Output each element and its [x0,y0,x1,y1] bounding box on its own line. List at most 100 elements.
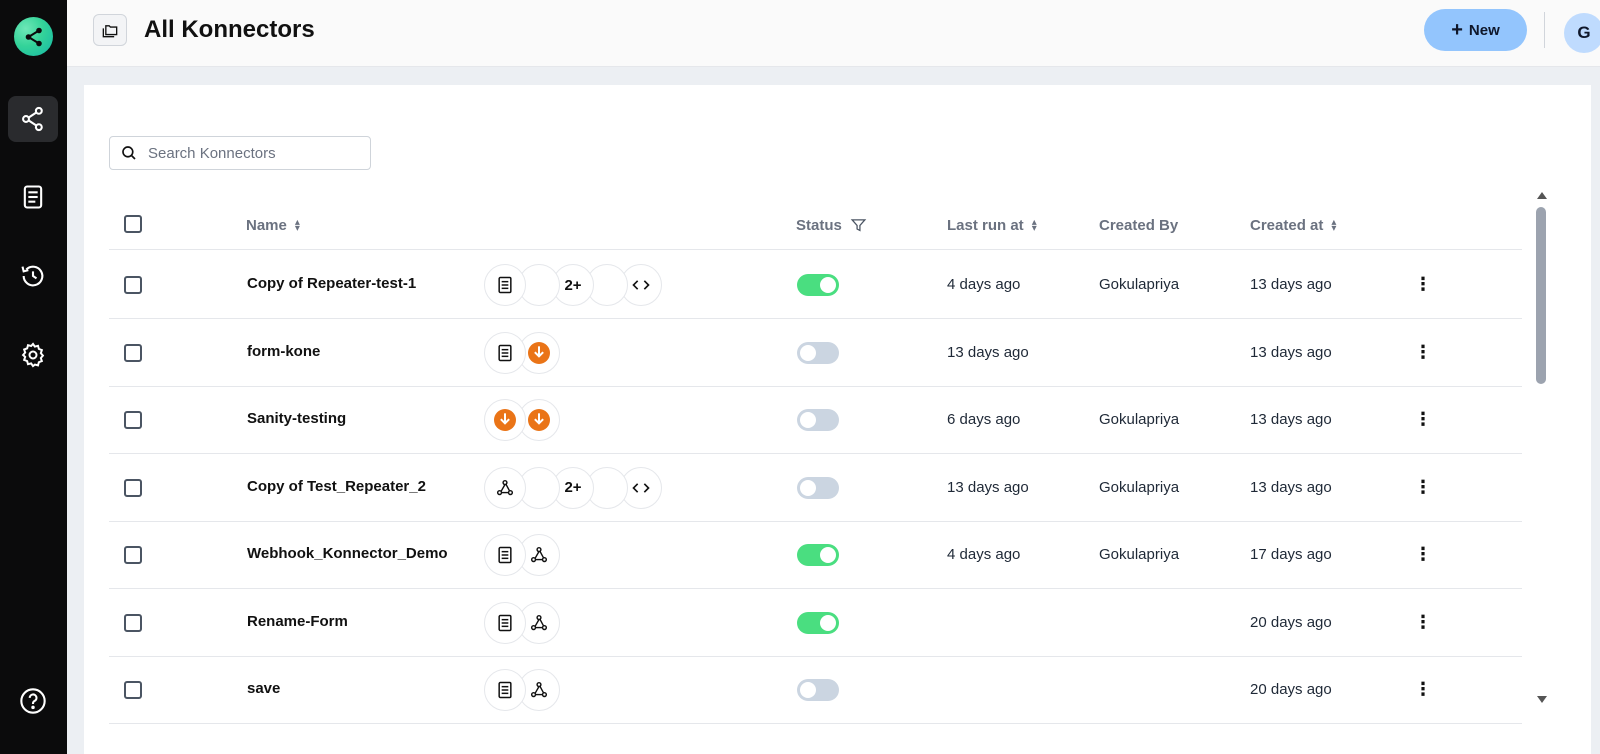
app-icons-group: 2+ [484,264,662,306]
column-last-run[interactable]: Last run at ▴ ▾ [947,217,1037,234]
sort-icon[interactable]: ▴ ▾ [1331,217,1336,233]
last-run-cell: 6 days ago [947,411,1021,428]
top-header: All Konnectors + New G [67,0,1600,67]
konnector-name[interactable]: form-kone [247,343,320,360]
orange-app-icon [484,399,526,441]
share-icon [22,106,43,132]
created-at-cell: 13 days ago [1250,411,1332,428]
created-by-cell: Gokulapriya [1099,411,1180,428]
table-row[interactable]: Copy of Repeater-test-1 2+ 4 days ago Gokul… [109,251,1522,319]
konnector-name[interactable]: Copy of Repeater-test-1 [247,275,416,292]
table-row[interactable]: Webhook_Konnector_Demo 4 days ago Gokulapr… [109,521,1522,589]
column-name[interactable]: Name ▴ ▾ [246,217,300,234]
row-menu-icon[interactable]: ⋮ [1414,678,1432,700]
scrollbar-thumb[interactable] [1536,207,1546,384]
search-box[interactable] [109,136,371,170]
status-toggle[interactable] [797,679,839,701]
folders-icon [102,25,118,38]
konnector-name[interactable]: Copy of Test_Repeater_2 [247,478,426,495]
created-at-cell: 20 days ago [1250,613,1332,631]
row-checkbox[interactable] [124,343,142,362]
column-created-by[interactable]: Created By [1099,217,1178,234]
table-row[interactable]: Copy of Test_Repeater_2 2+ 13 days ago Goku… [109,454,1522,522]
sort-icon[interactable]: ▴ ▾ [295,217,300,233]
toggle-knob [800,682,816,698]
row-menu-icon[interactable]: ⋮ [1414,408,1432,430]
plus-icon: + [1451,19,1463,41]
table-header: Name ▴ ▾ Status Last run at ▴ ▾ Created By… [109,199,1522,250]
column-status-label: Status [796,217,842,234]
column-created-by-label: Created By [1099,217,1179,234]
column-created-at-label: Created at [1250,217,1324,234]
history-icon [21,265,44,287]
column-created-at[interactable]: Created at ▴ ▾ [1250,217,1336,234]
konnector-name[interactable]: save [247,680,280,697]
konnector-name[interactable]: Rename-Form [247,613,348,630]
status-toggle[interactable] [797,274,839,296]
last-run-cell: 13 days ago [947,478,1029,496]
row-checkbox[interactable] [124,613,142,632]
folder-toggle-button[interactable] [93,14,127,46]
konnectors-panel: Name ▴▾ Status Last run at ▴▾ Created By… [84,85,1591,754]
row-menu-icon[interactable]: ⋮ [1414,273,1432,295]
sidebar-item-settings[interactable] [8,332,58,378]
table-row[interactable]: Rename-Form 20 days ago ⋮ [109,589,1522,657]
page-title: All Konnectors [144,16,315,43]
document-icon [23,185,43,209]
toggle-knob [800,479,816,496]
new-konnector-button[interactable]: + New [1424,9,1527,51]
status-toggle[interactable] [797,341,839,364]
sidebar-item-logs[interactable] [8,174,58,220]
created-by-cell: Gokulapriya [1099,478,1180,496]
app-icons-group [484,331,560,374]
status-toggle[interactable] [797,409,839,431]
row-checkbox[interactable] [124,276,142,294]
table-row[interactable]: Sanity-testing 6 days ago Gokulapriya 13 da… [109,386,1522,454]
app-icons-group [484,534,560,576]
sidebar-item-konnectors[interactable] [8,96,58,142]
last-run-cell: 4 days ago [947,546,1021,563]
row-menu-icon[interactable]: ⋮ [1414,476,1432,498]
sidebar-item-history[interactable] [8,253,58,299]
document-icon [484,534,526,576]
search-icon [122,146,136,160]
sidebar [0,0,67,754]
document-icon [484,669,526,711]
column-last-run-label: Last run at [947,217,1024,234]
user-avatar[interactable]: G [1564,13,1600,53]
new-button-label: New [1468,21,1500,39]
column-status[interactable]: Status [796,217,867,234]
konnector-name[interactable]: Webhook_Konnector_Demo [247,545,448,562]
table-row[interactable]: save 20 days ago ⋮ [109,656,1522,724]
filter-icon[interactable] [850,217,867,234]
row-menu-icon[interactable]: ⋮ [1414,341,1432,363]
webhook-icon [484,466,526,509]
status-toggle[interactable] [797,611,839,634]
scroll-down-arrow[interactable] [1537,696,1547,703]
status-toggle[interactable] [797,544,839,566]
created-at-cell: 13 days ago [1250,478,1332,496]
gear-icon [21,342,45,368]
app-icons-group [484,669,560,711]
app-logo[interactable] [14,17,53,56]
row-menu-icon[interactable]: ⋮ [1414,611,1432,633]
last-run-cell: 4 days ago [947,276,1021,293]
scroll-up-arrow[interactable] [1537,192,1547,199]
select-all-checkbox[interactable] [124,215,142,233]
document-icon [484,601,526,644]
table-row[interactable]: form-kone 13 days ago 13 days ago ⋮ [109,319,1522,387]
column-name-label: Name [246,217,287,234]
row-checkbox[interactable] [124,478,142,497]
row-menu-icon[interactable]: ⋮ [1414,543,1432,565]
konnector-name[interactable]: Sanity-testing [247,410,346,427]
row-checkbox[interactable] [124,411,142,429]
header-divider [1544,12,1545,48]
search-input[interactable] [148,144,358,162]
created-at-cell: 13 days ago [1250,343,1332,361]
app-icons-group [484,399,560,441]
row-checkbox[interactable] [124,546,142,564]
sidebar-item-help[interactable] [8,678,58,724]
status-toggle[interactable] [797,476,839,499]
row-checkbox[interactable] [124,681,142,699]
sort-icon[interactable]: ▴ ▾ [1032,217,1037,233]
